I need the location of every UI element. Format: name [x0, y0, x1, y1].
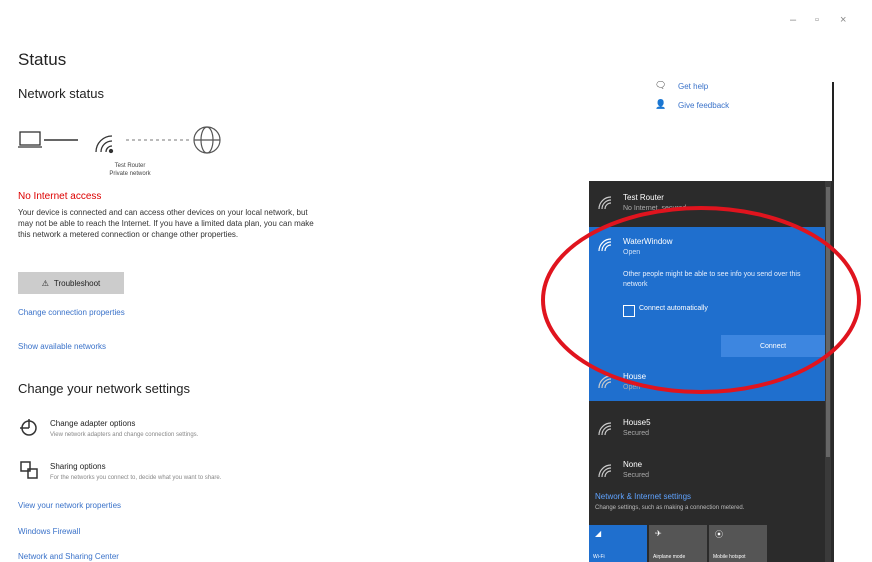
laptop-icon [18, 131, 42, 148]
network-name: Test Router [623, 193, 664, 202]
divider [832, 82, 834, 182]
globe-icon [193, 126, 221, 154]
minimize-button[interactable]: – [790, 14, 796, 26]
airplane-mode-tile[interactable]: ✈ Airplane mode [649, 525, 707, 562]
troubleshoot-label: Troubleshoot [53, 278, 101, 288]
network-status: Secured [623, 472, 650, 479]
router-type: Private network [109, 171, 151, 177]
show-networks-link[interactable]: Show available networks [18, 342, 106, 351]
network-settings-subtitle: Change settings, such as making a connec… [595, 505, 745, 511]
windows-firewall-link[interactable]: Windows Firewall [18, 527, 80, 536]
close-button[interactable]: × [840, 14, 846, 26]
network-name: House5 [623, 418, 651, 427]
sharing-options-subtitle: For the networks you connect to, decide … [50, 475, 222, 481]
wifi-tile[interactable]: ◢ Wi-Fi [589, 525, 647, 562]
network-item-none[interactable]: None Secured [589, 453, 834, 493]
sharing-icon [20, 461, 38, 479]
annotation-ellipse [541, 206, 861, 394]
wifi-icon: ◢ [595, 529, 602, 538]
wifi-secured-icon [598, 422, 612, 436]
network-item-house5[interactable]: House5 Secured [589, 411, 834, 451]
network-status: Secured [623, 430, 650, 437]
warning-icon: ⚠ [41, 278, 49, 288]
mobile-hotspot-tile[interactable]: ⦿ Mobile hotspot [709, 525, 767, 562]
network-settings-link[interactable]: Network & Internet settings [595, 492, 691, 501]
status-description: Your device is connected and can access … [18, 208, 314, 239]
give-feedback-link[interactable]: Give feedback [678, 101, 729, 110]
adapter-options-title[interactable]: Change adapter options [50, 419, 135, 428]
hotspot-icon: ⦿ [715, 530, 723, 539]
wifi-secured-icon [598, 464, 612, 478]
network-name: None [623, 460, 643, 469]
router-name: Test Router [114, 163, 146, 169]
help-icon: 🗨 [655, 80, 667, 90]
sharing-center-link[interactable]: Network and Sharing Center [18, 552, 119, 561]
adapter-icon [20, 419, 37, 436]
tile-label: Airplane mode [653, 554, 686, 560]
section-title: Change your network settings [18, 381, 190, 396]
maximize-button[interactable]: ▫ [815, 14, 819, 26]
change-connection-link[interactable]: Change connection properties [18, 308, 125, 317]
airplane-icon: ✈ [655, 529, 662, 538]
adapter-options-subtitle: View network adapters and change connect… [50, 432, 199, 438]
troubleshoot-button[interactable]: ⚠ Troubleshoot [18, 272, 124, 294]
sharing-options-title[interactable]: Sharing options [50, 462, 106, 471]
tile-label: Mobile hotspot [713, 554, 746, 560]
network-properties-link[interactable]: View your network properties [18, 501, 121, 510]
router-label: Test Router Private network [100, 162, 160, 178]
page-title: Status [18, 50, 67, 69]
wifi-router-icon [95, 135, 114, 154]
feedback-icon: 👤 [655, 99, 667, 109]
tile-label: Wi-Fi [593, 554, 605, 560]
get-help-link[interactable]: Get help [678, 82, 708, 91]
status-alert: No Internet access [18, 191, 102, 202]
network-status-heading: Network status [18, 86, 104, 101]
